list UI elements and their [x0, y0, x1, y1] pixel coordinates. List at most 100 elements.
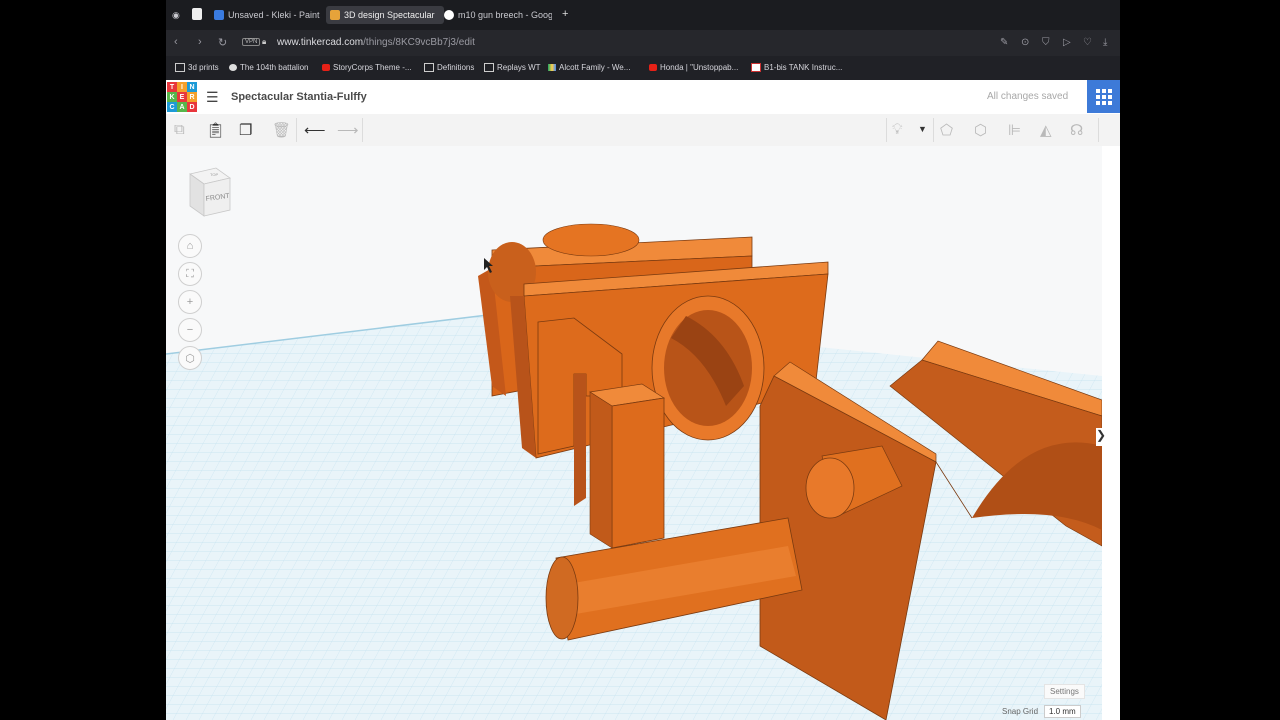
- dropdown-caret-icon[interactable]: ▼: [918, 124, 927, 134]
- bookmark-104th[interactable]: The 104th battalion: [229, 63, 309, 72]
- pinned-tab-icon[interactable]: [192, 8, 202, 20]
- camera-icon[interactable]: ⊙: [1021, 37, 1029, 48]
- workplane-viewport[interactable]: TOP FRONT ⌂ ⛶ + − ⬡: [166, 146, 1102, 720]
- settings-button[interactable]: Settings: [1044, 684, 1085, 699]
- view-cube[interactable]: TOP FRONT: [186, 166, 232, 218]
- toolbar-divider: [933, 118, 934, 142]
- post-side: [589, 391, 613, 549]
- logo-letter: R: [187, 92, 197, 102]
- tinkercad-icon: [330, 10, 340, 20]
- bookmark-storycorps[interactable]: StoryCorps Theme -...: [322, 63, 412, 72]
- home-view-button[interactable]: ⌂: [178, 234, 202, 258]
- logo-letter: E: [177, 92, 187, 102]
- plus-icon: +: [186, 296, 194, 308]
- edit-toolbar: ⧉ 📋︎ ❐ 🗑︎ ⟵ ⟶ 💡︎ ▼ ⬠ ⬡ ⊫ ◭ ☊: [166, 114, 1120, 147]
- forward-icon[interactable]: ›: [198, 36, 202, 48]
- cube-icon: ⬡: [185, 352, 195, 365]
- delete-icon[interactable]: 🗑︎: [272, 121, 291, 139]
- tab-kleki[interactable]: Unsaved - Kleki - Paint: [214, 6, 320, 24]
- expand-panel-icon[interactable]: ❯: [1096, 428, 1106, 446]
- shield-icon[interactable]: ⛉: [1042, 37, 1050, 48]
- youtube-icon: [322, 64, 330, 71]
- url-field[interactable]: www.tinkercad.com/things/8KC9vcBb7j3/edi…: [277, 37, 475, 48]
- bookmarks-bar: 3d prints The 104th battalion StoryCorps…: [166, 56, 1120, 80]
- paste-icon[interactable]: 📋︎: [206, 121, 225, 139]
- folder-icon: [175, 63, 185, 72]
- logo-letter: N: [187, 82, 197, 92]
- app-header: TINKERCAD ☰ Spectacular Stantia-Fulffy A…: [166, 80, 1120, 115]
- tinkercad-logo[interactable]: TINKERCAD: [167, 82, 197, 112]
- pdf-icon: [751, 63, 761, 72]
- pin-end: [805, 457, 855, 519]
- edit-icon[interactable]: ✎: [1000, 37, 1008, 48]
- bookmark-alcott[interactable]: Alcott Family - We...: [548, 63, 630, 72]
- logo-letter: I: [177, 82, 187, 92]
- logo-letter: K: [167, 92, 177, 102]
- minus-icon: −: [186, 324, 194, 336]
- reload-icon[interactable]: ↻: [218, 36, 227, 49]
- duplicate-icon[interactable]: ❐: [239, 121, 252, 139]
- tab-strip: ◉ Unsaved - Kleki - Paint 3D design Spec…: [166, 0, 1120, 30]
- snap-grid-select[interactable]: 1.0 mm: [1044, 705, 1081, 718]
- youtube-icon: [649, 64, 657, 71]
- bookmark-replays[interactable]: Replays WT: [484, 63, 541, 72]
- barrel-top: [542, 223, 640, 257]
- list-icon[interactable]: ☰: [206, 89, 219, 106]
- home-icon: ⌂: [186, 240, 194, 252]
- axle-end: [545, 556, 579, 640]
- undo-icon[interactable]: ⟵: [304, 121, 326, 139]
- zoom-in-button[interactable]: +: [178, 290, 202, 314]
- url-path: /things/8KC9vcBb7j3/edit: [363, 37, 475, 48]
- mirror-icon[interactable]: ◭: [1040, 121, 1052, 139]
- cruise-icon[interactable]: ☊: [1070, 121, 1083, 139]
- bookmark-definitions[interactable]: Definitions: [424, 63, 474, 72]
- toolbar-divider: [886, 118, 887, 142]
- site-icon: [229, 64, 237, 71]
- back-icon[interactable]: ‹: [174, 36, 178, 48]
- group-icon[interactable]: ⬠: [940, 121, 953, 139]
- new-tab-button[interactable]: +: [562, 8, 568, 20]
- zoom-out-button[interactable]: −: [178, 318, 202, 342]
- ungroup-icon[interactable]: ⬡: [974, 121, 987, 139]
- design-title[interactable]: Spectacular Stantia-Fulffy: [231, 91, 367, 103]
- vpn-badge[interactable]: VPN: [242, 38, 261, 46]
- copy-icon[interactable]: ⧉: [174, 121, 185, 138]
- save-status: All changes saved: [987, 91, 1069, 102]
- snap-grid-label: Snap Grid: [1002, 707, 1039, 716]
- kleki-icon: [214, 10, 224, 20]
- fit-view-button[interactable]: ⛶: [178, 262, 202, 286]
- redo-icon[interactable]: ⟶: [337, 121, 359, 139]
- grid-view-button[interactable]: [1087, 80, 1120, 113]
- google-icon: [444, 10, 454, 20]
- toolbar-divider: [296, 118, 297, 142]
- download-icon[interactable]: ⤓: [1103, 37, 1107, 48]
- projection-button[interactable]: ⬡: [178, 346, 202, 370]
- logo-letter: C: [167, 102, 177, 112]
- play-icon[interactable]: ▷: [1063, 37, 1071, 48]
- toolbar-divider: [362, 118, 363, 142]
- tab-google[interactable]: m10 gun breech - Googl: [444, 6, 552, 24]
- lightbulb-icon[interactable]: 💡︎: [892, 121, 903, 138]
- logo-letter: T: [167, 82, 177, 92]
- fit-icon: ⛶: [186, 267, 194, 280]
- address-bar: ‹ › ↻ VPN 🔒︎ www.tinkercad.com/things/8K…: [166, 30, 1120, 56]
- bookmark-b1bis[interactable]: B1-bis TANK Instruc...: [751, 63, 842, 72]
- folder-icon: [424, 63, 434, 72]
- tab-tinkercad[interactable]: 3D design Spectacular: [326, 6, 444, 24]
- scene-canvas: [166, 223, 1102, 720]
- lock-icon: 🔒︎: [262, 37, 267, 46]
- viewcube-top-label: TOP: [210, 172, 218, 177]
- toolbar-divider: [1098, 118, 1099, 142]
- logo-letter: D: [187, 102, 197, 112]
- url-domain: www.tinkercad.com: [277, 37, 364, 48]
- browser-window: ◉ Unsaved - Kleki - Paint 3D design Spec…: [166, 0, 1120, 720]
- bookmark-3d-prints[interactable]: 3d prints: [175, 63, 219, 72]
- align-icon[interactable]: ⊫: [1008, 121, 1021, 139]
- u-bracket-inner: [574, 374, 586, 506]
- browser-logo-icon[interactable]: ◉: [172, 6, 180, 24]
- grid-icon: [1095, 88, 1112, 105]
- post-front: [611, 397, 665, 549]
- bookmark-honda[interactable]: Honda | "Unstoppab...: [649, 63, 738, 72]
- heart-icon[interactable]: ♡: [1083, 37, 1092, 48]
- folder-icon: [484, 63, 494, 72]
